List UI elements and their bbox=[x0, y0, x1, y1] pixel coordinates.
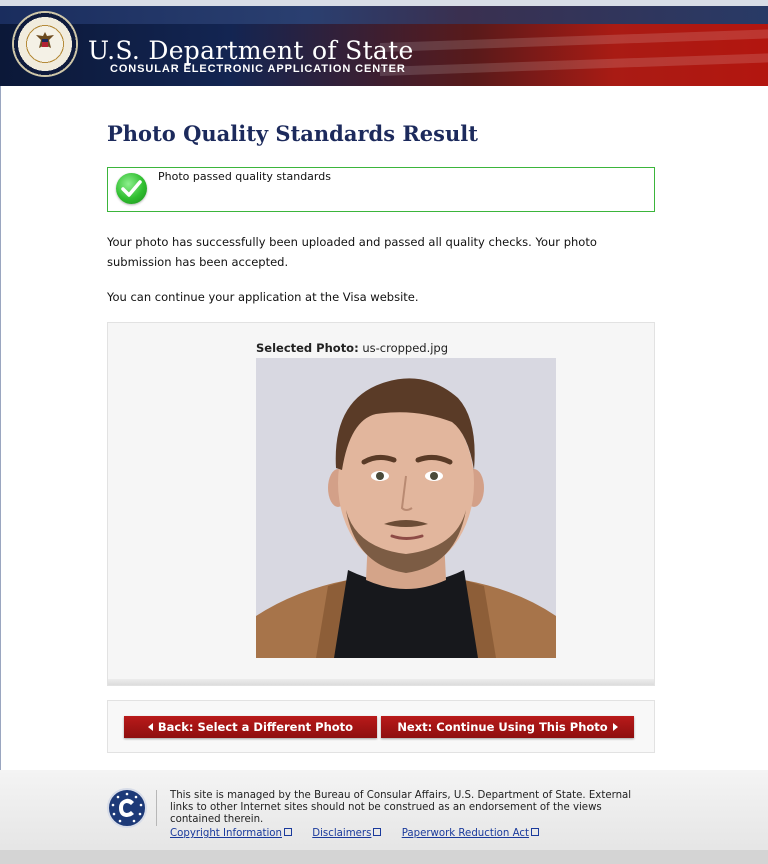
flag-stripe bbox=[380, 53, 768, 76]
paperwork-reduction-link-label: Paperwork Reduction Act bbox=[401, 828, 529, 839]
photo-label: Selected Photo: bbox=[256, 341, 359, 355]
site-header: U.S. Department of State CONSULAR ELECTR… bbox=[0, 6, 768, 86]
photo-caption: Selected Photo: us-cropped.jpg bbox=[256, 341, 448, 355]
paperwork-reduction-link[interactable]: Paperwork Reduction Act bbox=[402, 828, 539, 839]
flag-stripe bbox=[380, 29, 768, 52]
status-message: Photo passed quality standards bbox=[158, 170, 331, 183]
page-border bbox=[0, 86, 1, 770]
status-message-box: Photo passed quality standards bbox=[107, 167, 655, 212]
arrow-left-icon bbox=[147, 723, 153, 731]
header-subtitle: CONSULAR ELECTRONIC APPLICATION CENTER bbox=[110, 63, 406, 75]
footer-divider bbox=[156, 790, 157, 826]
state-department-seal-icon bbox=[12, 11, 78, 77]
eagle-icon bbox=[36, 32, 54, 48]
checkmark-success-icon bbox=[116, 173, 147, 204]
footer-links: Copyright Information Disclaimers Paperw… bbox=[170, 828, 556, 839]
header-title: U.S. Department of State bbox=[88, 36, 414, 65]
photo-filename: us-cropped.jpg bbox=[362, 341, 449, 355]
next-button-label: Next: Continue Using This Photo bbox=[397, 720, 608, 734]
site-footer: This site is managed by the Bureau of Co… bbox=[0, 770, 768, 864]
next-button[interactable]: Next: Continue Using This Photo bbox=[381, 716, 634, 738]
back-button[interactable]: Back: Select a Different Photo bbox=[124, 716, 377, 738]
applicant-photo bbox=[256, 358, 556, 658]
footer-disclaimer-text: This site is managed by the Bureau of Co… bbox=[170, 790, 632, 825]
external-link-icon bbox=[373, 828, 382, 836]
photo-panel: Selected Photo: us-cropped.jpg bbox=[107, 322, 655, 686]
applicant-portrait bbox=[256, 358, 556, 658]
disclaimers-link-label: Disclaimers bbox=[312, 828, 372, 839]
navigation-button-panel: Back: Select a Different Photo Next: Con… bbox=[107, 700, 655, 753]
upload-success-text: Your photo has successfully been uploade… bbox=[107, 235, 597, 269]
back-button-label: Back: Select a Different Photo bbox=[157, 720, 354, 734]
arrow-right-icon bbox=[612, 723, 618, 731]
external-link-icon bbox=[284, 828, 292, 836]
disclaimers-link[interactable]: Disclaimers bbox=[312, 828, 382, 839]
page-title: Photo Quality Standards Result bbox=[107, 121, 478, 146]
external-link-icon bbox=[530, 828, 539, 836]
continue-text: You can continue your application at the… bbox=[107, 290, 419, 304]
panel-shade bbox=[108, 679, 654, 685]
copyright-link[interactable]: Copyright Information bbox=[170, 828, 292, 839]
consular-affairs-logo-icon bbox=[107, 788, 147, 828]
copyright-link-label: Copyright Information bbox=[170, 828, 282, 839]
footer-bottom-band bbox=[0, 850, 768, 864]
header-band bbox=[0, 6, 768, 24]
